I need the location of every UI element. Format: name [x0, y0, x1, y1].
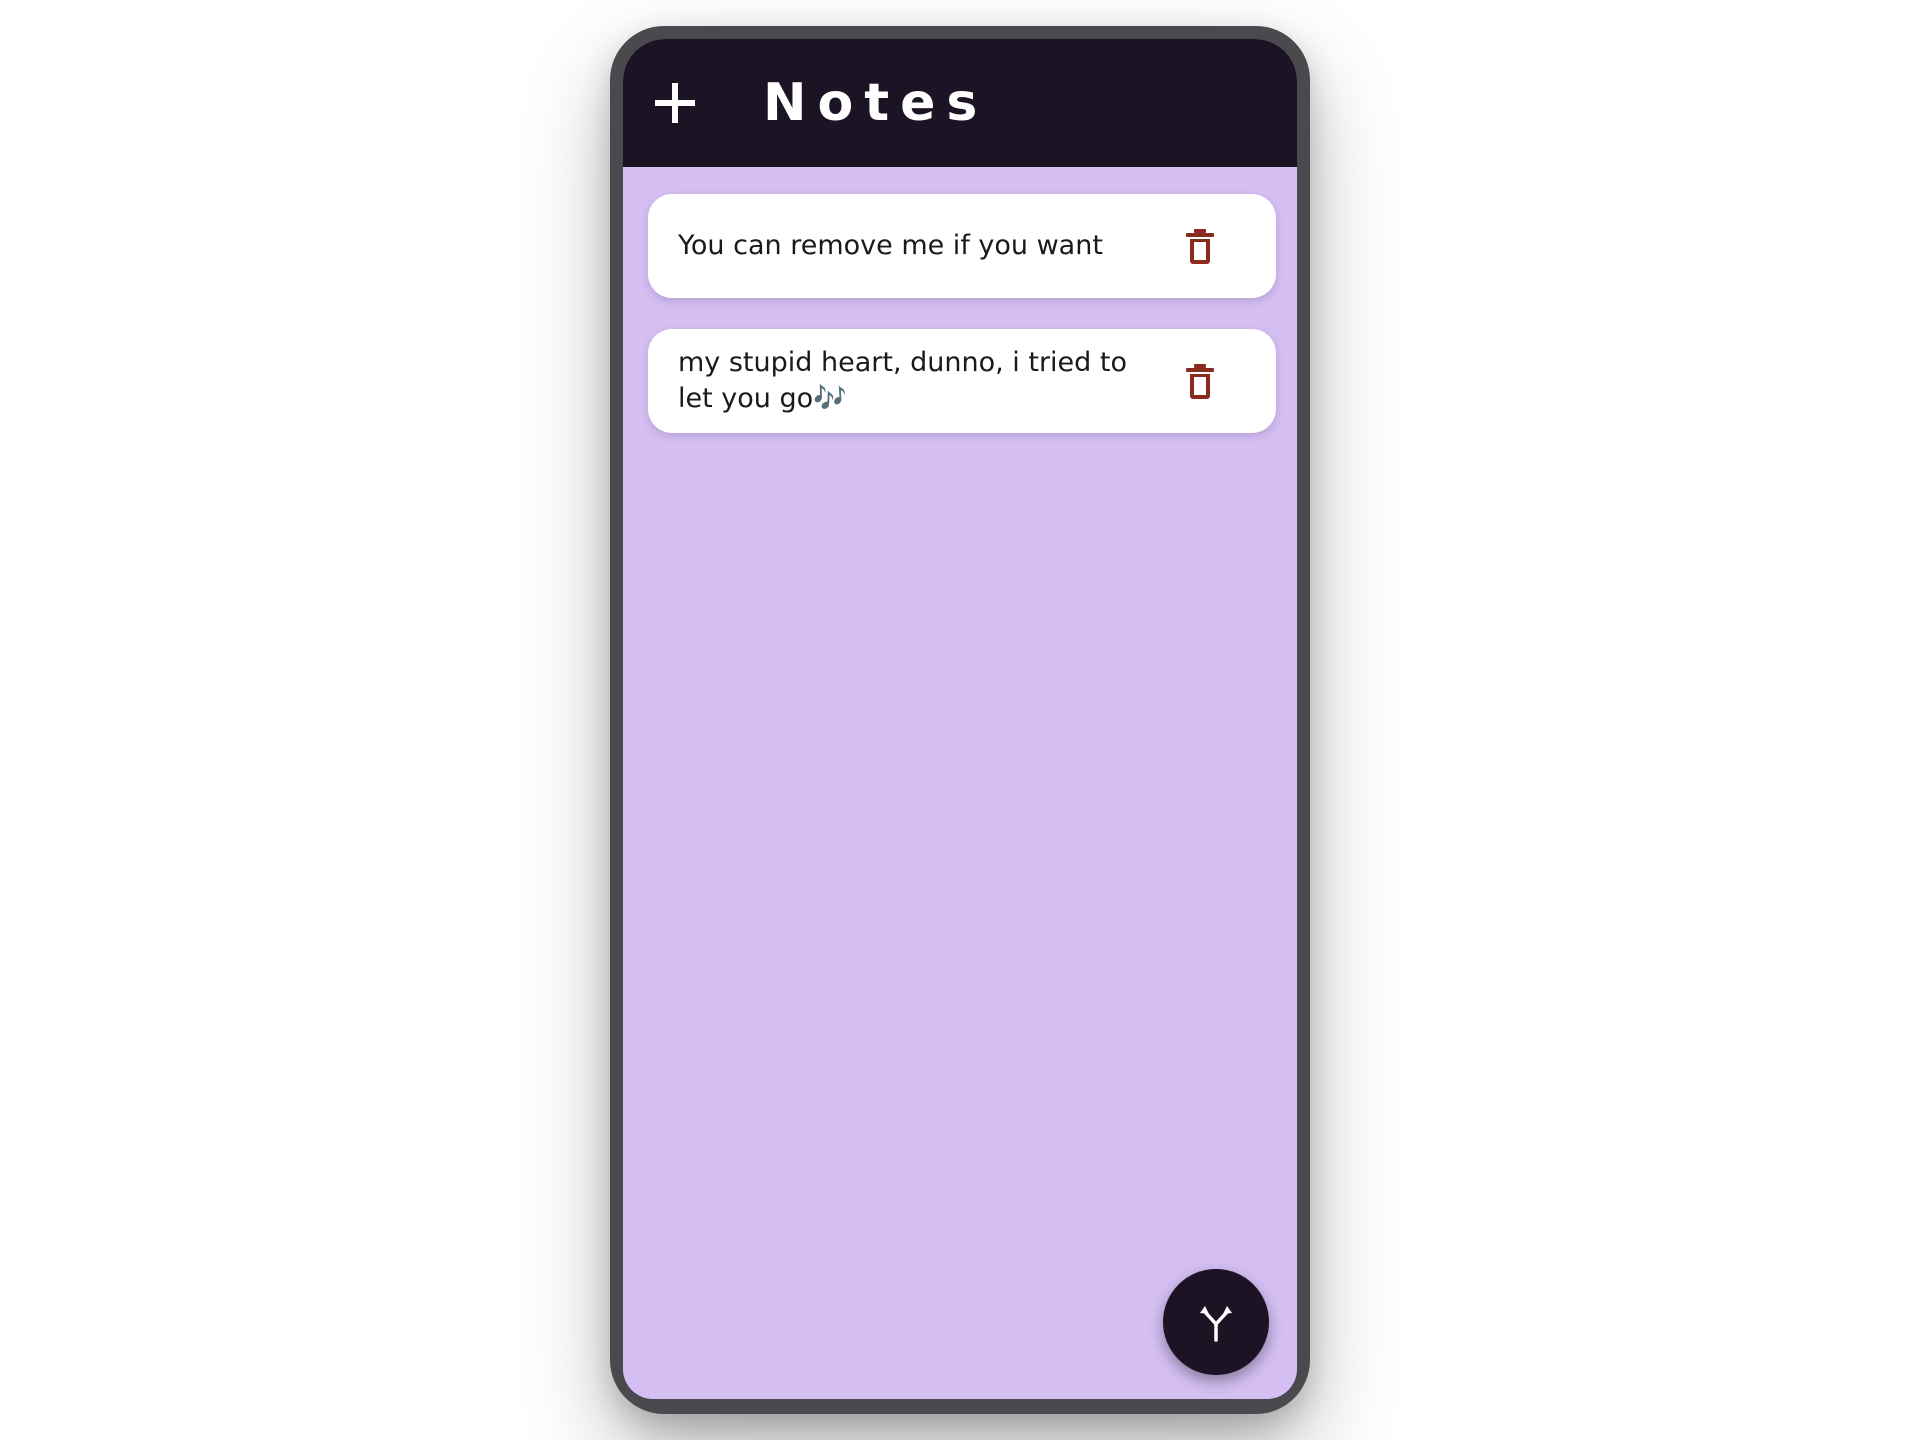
app-bar: Notes: [623, 39, 1297, 167]
app-screen: Notes You can remove me if you want my s…: [623, 39, 1297, 1399]
merge-fab-button[interactable]: [1163, 1269, 1269, 1375]
trash-icon: [1186, 229, 1214, 264]
add-note-button[interactable]: [653, 81, 697, 125]
merge-arrows-icon: [1200, 1306, 1232, 1342]
trash-icon: [1186, 364, 1214, 399]
delete-note-button[interactable]: [1180, 227, 1220, 267]
notes-list: You can remove me if you want my stupid …: [648, 194, 1276, 464]
note-text: my stupid heart, dunno, i tried to let y…: [678, 347, 1127, 414]
page-title: Notes: [763, 73, 989, 133]
phone-frame: Notes You can remove me if you want my s…: [610, 26, 1310, 1414]
note-card[interactable]: my stupid heart, dunno, i tried to let y…: [648, 329, 1276, 433]
note-card[interactable]: You can remove me if you want: [648, 194, 1276, 298]
plus-icon: [655, 83, 695, 123]
delete-note-button[interactable]: [1180, 362, 1220, 402]
note-text: You can remove me if you want: [678, 230, 1103, 261]
stage: Notes You can remove me if you want my s…: [0, 0, 1920, 1440]
